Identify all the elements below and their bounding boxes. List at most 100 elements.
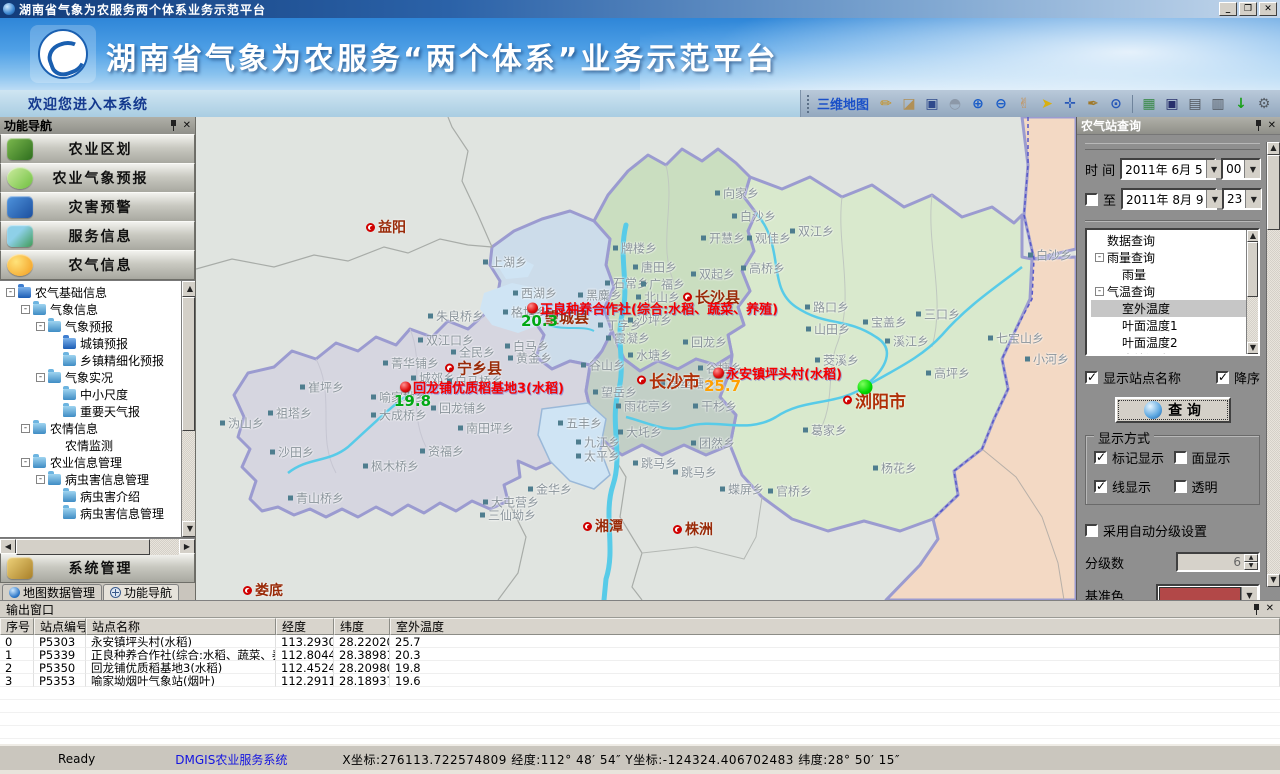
tree-item[interactable]: 农情监测 xyxy=(2,437,195,454)
tree-item[interactable]: 病虫害介绍 xyxy=(2,488,195,505)
minimize-button[interactable]: _ xyxy=(1219,2,1237,16)
expander-icon[interactable]: - xyxy=(1095,253,1104,262)
expander-icon[interactable] xyxy=(51,509,60,518)
toolbar-separator[interactable] xyxy=(1132,95,1133,113)
tree-item[interactable]: 重要天气报 xyxy=(2,403,195,420)
select-arrow-icon[interactable]: ➤ xyxy=(1037,94,1057,114)
tree-item[interactable]: - 雨量查询 xyxy=(1091,249,1258,266)
chevron-down-icon[interactable]: ▼ xyxy=(1206,190,1222,208)
expander-icon[interactable]: - xyxy=(36,373,45,382)
tree-item[interactable]: 室外温度 xyxy=(1091,300,1258,317)
tab-function-nav[interactable]: 功能导航 xyxy=(103,584,179,600)
accordion-agri-weather-forecast[interactable]: 农业气象预报 xyxy=(0,163,195,193)
scroll-up-icon[interactable]: ▲ xyxy=(1247,230,1259,242)
accordion-disaster-warning[interactable]: 灾害预警 xyxy=(0,192,195,222)
restore-button[interactable]: ❐ xyxy=(1239,2,1257,16)
tree-item[interactable]: - 病虫害信息管理 xyxy=(2,471,195,488)
right-panel-vscrollbar[interactable]: ▲ ▼ xyxy=(1266,142,1280,587)
expander-icon[interactable]: - xyxy=(36,475,45,484)
window-select-icon[interactable]: ▣ xyxy=(922,94,942,114)
checkbox-mark-display[interactable]: 标记显示 xyxy=(1094,448,1174,467)
print-preview-icon[interactable]: ▥ xyxy=(1208,94,1228,114)
expander-icon[interactable]: - xyxy=(6,288,15,297)
scroll-down-icon[interactable]: ▼ xyxy=(182,521,195,537)
chevron-down-icon[interactable]: ▼ xyxy=(1245,190,1261,208)
expander-icon[interactable] xyxy=(1110,321,1119,330)
close-icon[interactable]: ✕ xyxy=(1266,604,1274,614)
expander-icon[interactable] xyxy=(51,492,60,501)
settings-icon[interactable]: ⚙ xyxy=(1254,94,1274,114)
tab-map-data-manage[interactable]: 地图数据管理 xyxy=(2,584,102,600)
query-tree-vscrollbar[interactable]: ▲ ▼ xyxy=(1246,230,1258,354)
date-to-dropdown[interactable]: 2011年 8月 9 ▼ xyxy=(1121,188,1217,210)
tree-item[interactable]: 中小尺度 xyxy=(2,386,195,403)
zoom-out-icon[interactable]: ⊖ xyxy=(991,94,1011,114)
zoom-in-icon[interactable]: ⊕ xyxy=(968,94,988,114)
expander-icon[interactable] xyxy=(1095,236,1104,245)
expander-icon[interactable]: - xyxy=(21,458,30,467)
query-button[interactable]: 查 询 xyxy=(1115,397,1231,423)
checkbox-transparent[interactable]: 透明 xyxy=(1174,477,1254,496)
expander-icon[interactable]: - xyxy=(36,322,45,331)
tree-item[interactable]: 土壤温度1 xyxy=(1091,351,1258,356)
expander-icon[interactable] xyxy=(1110,304,1119,313)
tree-item[interactable]: 病虫害信息管理 xyxy=(2,505,195,522)
accordion-agri-zoning[interactable]: 农业区划 xyxy=(0,134,195,164)
pin-icon[interactable] xyxy=(1254,120,1262,131)
map-canvas[interactable]: 向家乡白沙乡开慧乡观佳乡双江乡牌楼乡唐田乡双起乡高桥乡石常乡广福乡黑麋乡北山乡路… xyxy=(196,117,1076,600)
map-station-annotation[interactable]: 正良种养合作社(综合:水稻、蔬菜、养殖) xyxy=(527,299,778,318)
expander-icon[interactable] xyxy=(1110,355,1119,356)
hour-from-dropdown[interactable]: 00 ▼ xyxy=(1221,158,1261,180)
tree-item[interactable]: - 气温查询 xyxy=(1091,283,1258,300)
identify-icon[interactable]: ⊙ xyxy=(1106,94,1126,114)
close-icon[interactable]: ✕ xyxy=(1268,121,1276,131)
left-tree-hscrollbar[interactable]: ◀ ▶ xyxy=(0,538,195,554)
table-row[interactable]: 0 P5303 永安镇坪头村(水稻) 113.293033 28.220201 … xyxy=(0,635,1280,648)
expander-icon[interactable]: - xyxy=(21,305,30,314)
checkbox-show-station-names[interactable]: 显示站点名称 xyxy=(1085,368,1181,387)
map-green-station-dot[interactable] xyxy=(858,380,873,395)
expander-icon[interactable] xyxy=(1110,338,1119,347)
expander-icon[interactable] xyxy=(1110,270,1119,279)
tree-item[interactable]: - 气象实况 xyxy=(2,369,195,386)
accordion-agri-meteo-info[interactable]: 农气信息 xyxy=(0,250,195,280)
accordion-item-system[interactable]: 系统管理 xyxy=(0,553,195,583)
flatten-icon[interactable]: ◪ xyxy=(899,94,919,114)
tree-item[interactable]: 数据查询 xyxy=(1091,232,1258,249)
close-icon[interactable]: ✕ xyxy=(183,121,191,131)
scroll-down-icon[interactable]: ▼ xyxy=(1247,342,1259,354)
spin-up-icon[interactable]: ▲ xyxy=(1244,554,1258,562)
table-row[interactable]: 3 P5353 喻家坳烟叶气象站(烟叶) 112.291174 28.18937… xyxy=(0,674,1280,687)
tree-item[interactable]: 叶面温度1 xyxy=(1091,317,1258,334)
hour-to-dropdown[interactable]: 23 ▼ xyxy=(1222,188,1262,210)
expander-icon[interactable] xyxy=(51,356,60,365)
tree-item[interactable]: - 气象预报 xyxy=(2,318,195,335)
eraser-icon[interactable]: ◓ xyxy=(945,94,965,114)
checkbox-auto-grading[interactable]: 采用自动分级设置 xyxy=(1085,521,1207,540)
close-button[interactable]: ✕ xyxy=(1259,2,1277,16)
tree-item[interactable]: 叶面温度2 xyxy=(1091,334,1258,351)
tree-item[interactable]: - 农情信息 xyxy=(2,420,195,437)
chevron-down-icon[interactable]: ▼ xyxy=(1244,160,1260,178)
checkbox-descending[interactable]: 降序 xyxy=(1216,368,1260,387)
pin-icon[interactable] xyxy=(1252,604,1260,615)
scroll-up-icon[interactable]: ▲ xyxy=(1267,142,1280,155)
spin-down-icon[interactable]: ▼ xyxy=(1244,562,1258,570)
tree-item[interactable]: - 农业信息管理 xyxy=(2,454,195,471)
pin-icon[interactable] xyxy=(169,120,177,131)
download-icon[interactable]: ↓ xyxy=(1231,94,1251,114)
expander-icon[interactable] xyxy=(51,339,60,348)
expander-icon[interactable]: - xyxy=(21,424,30,433)
tree-item[interactable]: - 气象信息 xyxy=(2,301,195,318)
measure-icon[interactable]: ✏ xyxy=(876,94,896,114)
expander-icon[interactable] xyxy=(51,390,60,399)
tree-item[interactable]: 乡镇精细化预报 xyxy=(2,352,195,369)
print-icon[interactable]: ▤ xyxy=(1185,94,1205,114)
chevron-down-icon[interactable]: ▼ xyxy=(1206,160,1222,178)
pan-hand-icon[interactable]: ✌ xyxy=(1014,94,1034,114)
checkbox-line-display[interactable]: 线显示 xyxy=(1094,477,1174,496)
expander-icon[interactable] xyxy=(51,407,60,416)
left-tree-vscrollbar[interactable]: ▲ ▼ xyxy=(181,281,195,537)
scroll-down-icon[interactable]: ▼ xyxy=(1267,574,1280,587)
expander-icon[interactable]: - xyxy=(1095,287,1104,296)
